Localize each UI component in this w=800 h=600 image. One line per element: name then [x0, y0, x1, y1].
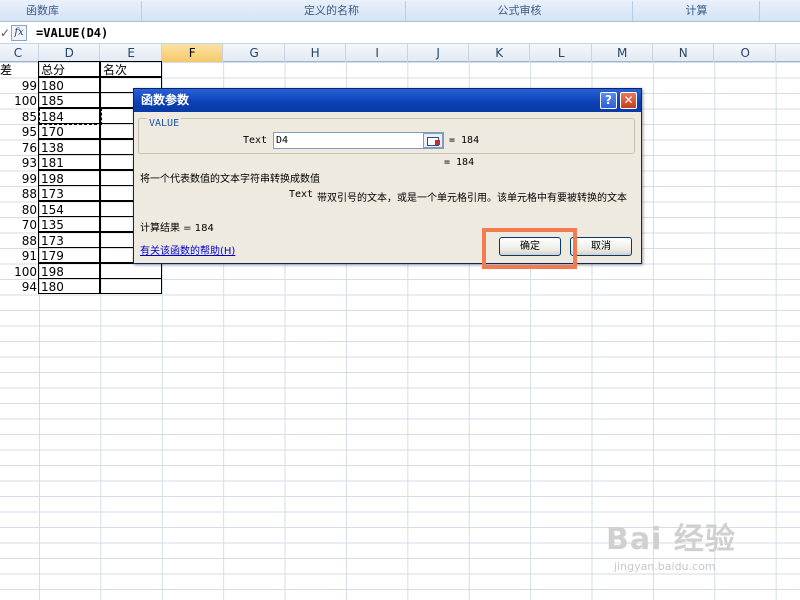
ribbon-group-labels: 函数库 定义的名称 公式审核 计算: [0, 0, 800, 22]
cell-c-row[interactable]: 80: [0, 202, 39, 218]
cell-d-row[interactable]: 173: [38, 231, 100, 248]
header-cell-c[interactable]: 差: [0, 62, 39, 78]
cell-c-row[interactable]: 93: [0, 155, 39, 171]
column-header-i[interactable]: I: [347, 44, 409, 62]
cell-d-row[interactable]: 170: [38, 123, 100, 139]
function-arguments-dialog: 函数参数 ? ✕ VALUE Text D4 = 184 = 184 将一个代表…: [133, 88, 642, 264]
function-name-label: VALUE: [147, 118, 182, 129]
formula-result-value: = 184: [444, 157, 475, 168]
argument-description-text: 带双引号的文本，或是一个单元格引用。该单元格中有要被转换的文本: [317, 193, 627, 204]
cell-e-row[interactable]: [100, 262, 162, 279]
cell-d-row[interactable]: 138: [38, 138, 100, 155]
insert-function-button[interactable]: fx: [11, 25, 27, 41]
ribbon-group-formula-auditing[interactable]: 公式审核: [407, 1, 633, 21]
function-argument-group: VALUE Text D4 = 184: [138, 118, 635, 154]
argument-label: Text: [243, 135, 268, 146]
cell-d-row[interactable]: 198: [38, 262, 100, 279]
column-header-n[interactable]: N: [653, 44, 715, 62]
dialog-title: 函数参数: [141, 93, 190, 107]
formula-bar: ✓ fx =VALUE(D4): [0, 23, 800, 44]
column-header-c[interactable]: C: [0, 44, 39, 62]
column-header-o[interactable]: O: [715, 44, 777, 62]
cell-c-row[interactable]: 85: [0, 109, 39, 125]
cell-c-row[interactable]: 95: [0, 124, 39, 140]
column-header-d[interactable]: D: [39, 44, 101, 62]
dialog-titlebar[interactable]: 函数参数 ? ✕: [134, 89, 641, 112]
function-description: 将一个代表数值的文本字符串转换成数值: [140, 174, 320, 185]
header-cell-e[interactable]: 名次: [100, 61, 162, 77]
watermark-url: jingyan.baidu.com: [614, 560, 716, 573]
column-header-e[interactable]: E: [101, 44, 163, 62]
help-icon[interactable]: ?: [600, 92, 617, 109]
column-header-row: CDEFGHIJKLMNO: [0, 44, 800, 62]
cell-d-row[interactable]: 185: [38, 92, 100, 108]
formula-input[interactable]: =VALUE(D4): [36, 25, 108, 42]
cancel-button[interactable]: 取消: [570, 237, 632, 256]
cell-c-row[interactable]: 94: [0, 279, 39, 295]
column-header-l[interactable]: L: [531, 44, 593, 62]
cell-c-row[interactable]: 70: [0, 217, 39, 233]
cell-c-row[interactable]: 88: [0, 233, 39, 249]
watermark-logo: Bai 经验: [606, 522, 736, 557]
cell-c-row[interactable]: 76: [0, 140, 39, 156]
ribbon-group-calculation[interactable]: 计算: [634, 1, 760, 21]
ribbon-group-function-library[interactable]: 函数库: [0, 1, 142, 21]
cell-d-row[interactable]: 180: [38, 76, 100, 93]
watermark: Bai 经验 jingyan.baidu.com: [606, 514, 786, 584]
argument-text-input[interactable]: D4: [273, 132, 444, 149]
cell-d-row[interactable]: 135: [38, 216, 100, 232]
cell-e-row[interactable]: [100, 278, 162, 294]
cell-c-row[interactable]: 91: [0, 248, 39, 264]
ok-button[interactable]: 确定: [499, 237, 561, 256]
column-header-f[interactable]: F: [162, 44, 224, 62]
cell-c-row[interactable]: 88: [0, 186, 39, 202]
function-help-link[interactable]: 有关该函数的帮助(H): [140, 242, 235, 257]
cell-d-row[interactable]: 198: [38, 169, 100, 186]
argument-result: = 184: [449, 135, 480, 146]
cell-d-row[interactable]: 173: [38, 185, 100, 201]
column-header-k[interactable]: K: [469, 44, 531, 62]
cell-c-row[interactable]: 100: [0, 264, 39, 280]
cell-d-row[interactable]: 181: [38, 154, 100, 170]
column-header-j[interactable]: J: [408, 44, 470, 62]
cell-c-row[interactable]: 99: [0, 78, 39, 94]
cell-c-row[interactable]: 100: [0, 93, 39, 109]
collapse-dialog-icon[interactable]: [423, 133, 443, 148]
copy-selection-marquee: [39, 107, 102, 125]
ribbon-group-defined-names[interactable]: 定义的名称: [258, 1, 406, 21]
column-header-m[interactable]: M: [592, 44, 654, 62]
cell-d-row[interactable]: 154: [38, 200, 100, 217]
column-header-h[interactable]: H: [285, 44, 347, 62]
close-icon[interactable]: ✕: [620, 92, 637, 109]
cell-d-row[interactable]: 180: [38, 278, 100, 294]
cell-d-row[interactable]: 179: [38, 247, 100, 263]
column-header-g[interactable]: G: [224, 44, 286, 62]
header-cell-d[interactable]: 总分: [38, 61, 100, 77]
argument-description-name: Text: [289, 189, 314, 200]
calculation-result: 计算结果 = 184: [140, 223, 214, 234]
formula-enter-icon[interactable]: ✓: [0, 25, 10, 41]
cell-c-row[interactable]: 99: [0, 171, 39, 187]
